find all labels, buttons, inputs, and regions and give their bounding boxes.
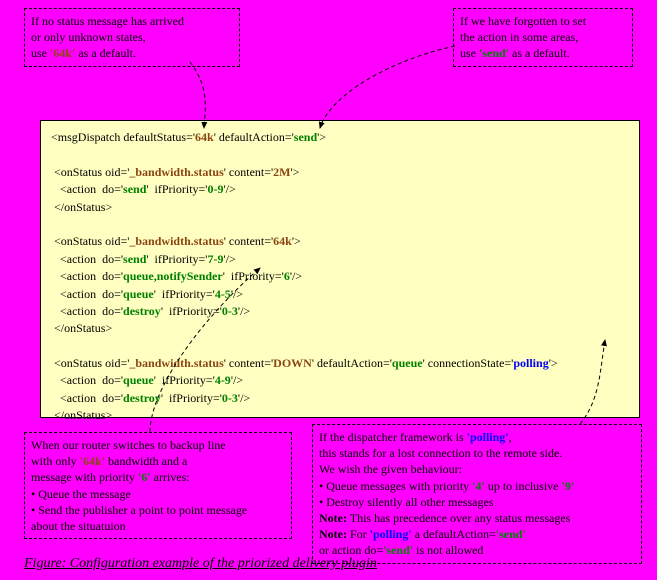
text-line: with only '64k' bandwidth and a bbox=[31, 453, 285, 469]
text-line: use 'send' as a default. bbox=[460, 45, 626, 61]
text-line: use '64k' as a default. bbox=[31, 45, 233, 61]
text-line: about the situatuion bbox=[31, 518, 285, 534]
text-line: We wish the given behaviour: bbox=[319, 461, 635, 477]
text-line: • Queue messages with priority '4' up to… bbox=[319, 478, 635, 494]
figure-caption: Figure: Configuration example of the pri… bbox=[24, 556, 377, 572]
text-line: or only unknown states, bbox=[31, 29, 233, 45]
callout-default-status: If no status message has arrived or only… bbox=[24, 8, 240, 67]
text-line: Note: This has precedence over any statu… bbox=[319, 510, 635, 526]
text-line: • Destroy silently all other messages bbox=[319, 494, 635, 510]
callout-64k-priority6: When our router switches to backup line … bbox=[24, 432, 292, 539]
text-line: the action in some areas, bbox=[460, 29, 626, 45]
text-line: If the dispatcher framework is 'polling'… bbox=[319, 429, 635, 445]
text-line: Note: For 'polling' a defaultAction='sen… bbox=[319, 526, 635, 542]
text-line: When our router switches to backup line bbox=[31, 437, 285, 453]
text-line: this stands for a lost connection to the… bbox=[319, 445, 635, 461]
callout-polling: If the dispatcher framework is 'polling'… bbox=[312, 424, 642, 564]
text-line: message with priority '6' arrives: bbox=[31, 469, 285, 485]
callout-default-action: If we have forgotten to set the action i… bbox=[453, 8, 633, 67]
text-line: If no status message has arrived bbox=[31, 13, 233, 29]
text-line: • Send the publisher a point to point me… bbox=[31, 502, 285, 518]
xml-config-box: <msgDispatch defaultStatus='64k' default… bbox=[40, 120, 640, 418]
text-line: • Queue the message bbox=[31, 486, 285, 502]
text-line: If we have forgotten to set bbox=[460, 13, 626, 29]
